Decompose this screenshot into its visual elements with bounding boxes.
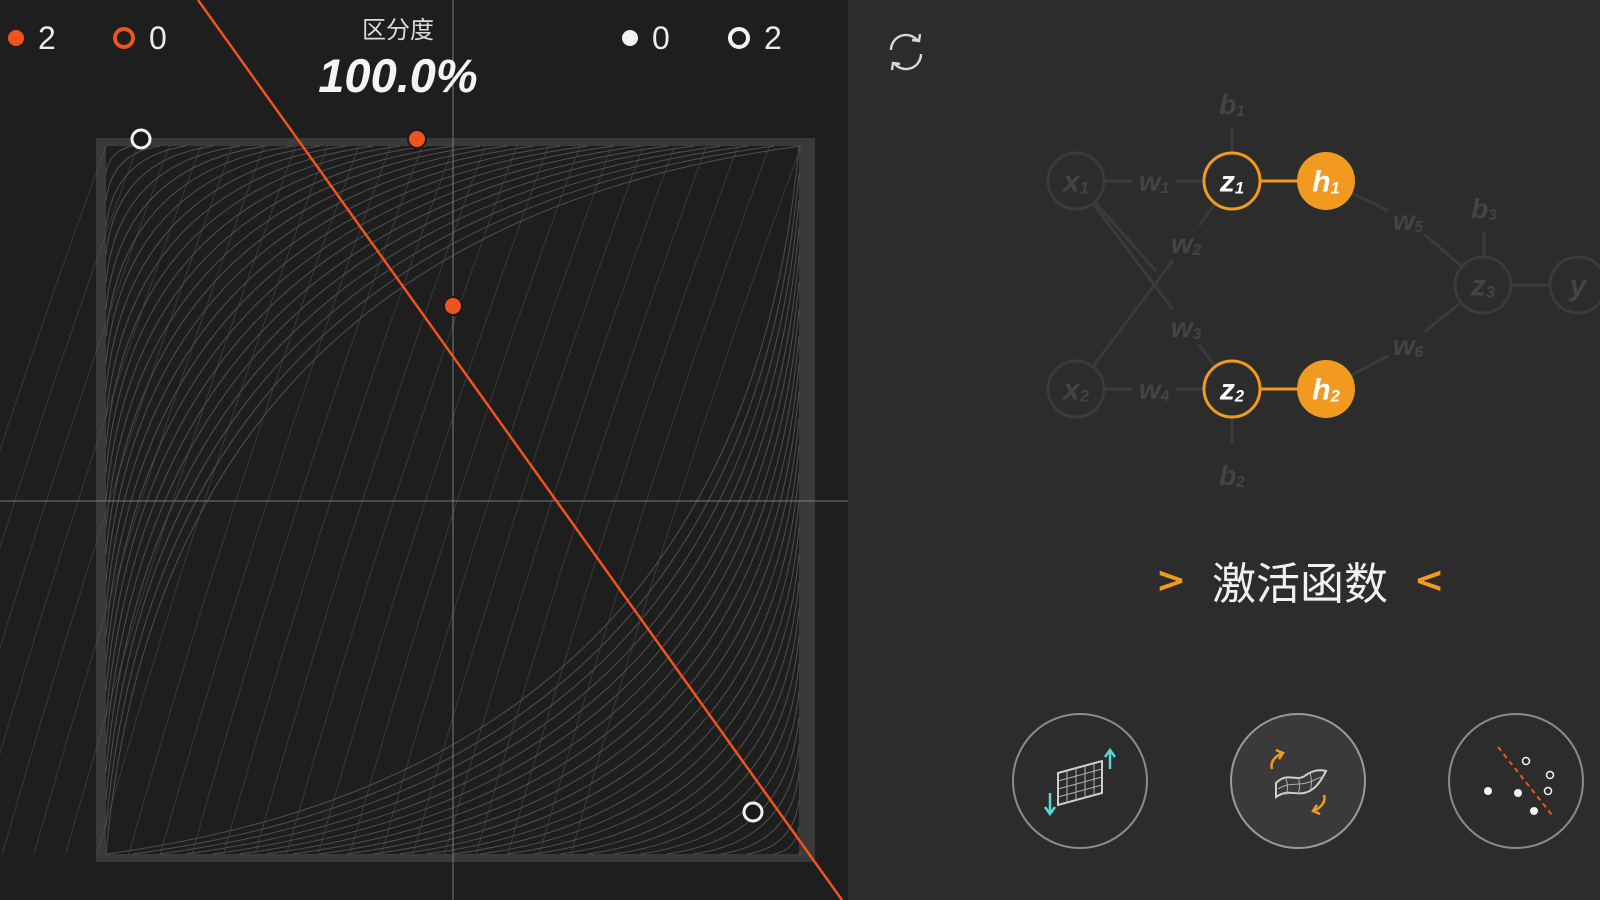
weight-w-2[interactable]: w2 — [1164, 221, 1208, 265]
weight-w-3[interactable]: w3 — [1164, 305, 1208, 349]
orange-hollow-dot-icon — [113, 27, 135, 49]
node-h-1[interactable]: h1 — [1297, 152, 1355, 210]
white-hollow-data-point[interactable] — [130, 128, 152, 150]
legend-white-hollow: 2 — [728, 18, 782, 58]
weight-w-6[interactable]: w6 — [1386, 323, 1430, 367]
network-diagram: x1 x2 z3 y w1 w2 w3 w4 w5 w6 b1 b2 b3 z1 z2 h1 h2 — [1046, 89, 1600, 491]
node-x-2[interactable]: x2 — [1046, 359, 1106, 419]
orange-filled-dot-icon — [8, 30, 24, 46]
plot-panel: 2 0 0 2 区分度 100.0% — [0, 0, 848, 900]
node-h-2[interactable]: h2 — [1297, 360, 1355, 418]
weight-w-1[interactable]: w1 — [1132, 159, 1176, 203]
bias-b-1: b1 — [1219, 89, 1245, 120]
legend-orange-hollow: 0 — [113, 18, 167, 58]
activation-warp-button[interactable] — [1230, 713, 1366, 849]
white-filled-dot-icon — [622, 30, 638, 46]
section-title-row: > 激活函数 < — [1150, 545, 1450, 615]
activation-warp-icon — [1270, 748, 1328, 816]
node-y[interactable]: y — [1548, 255, 1600, 315]
white-filled-count: 0 — [652, 19, 670, 56]
node-y-label: y — [1568, 270, 1588, 303]
classification-button[interactable] — [1448, 713, 1584, 849]
legend-white-filled: 0 — [622, 18, 670, 58]
bias-b-3: b3 — [1471, 193, 1497, 224]
white-hollow-dot-icon — [728, 27, 750, 49]
node-x-1[interactable]: x1 — [1046, 151, 1106, 211]
accuracy-label: 区分度 — [362, 16, 434, 44]
grid-line-c — [0, 145, 107, 452]
next-section-arrow[interactable]: < — [1414, 560, 1444, 601]
orange-data-point[interactable] — [443, 296, 463, 316]
white-hollow-count: 2 — [764, 19, 782, 56]
classification-icon — [1484, 746, 1555, 816]
node-z-2[interactable]: z2 — [1202, 359, 1262, 419]
accuracy-value: 100.0% — [318, 49, 478, 102]
node-z-3[interactable]: z3 — [1453, 255, 1513, 315]
orange-hollow-count: 0 — [149, 19, 167, 56]
white-hollow-data-point[interactable] — [742, 801, 764, 823]
weight-w-5[interactable]: w5 — [1386, 198, 1430, 242]
weight-w-4[interactable]: w4 — [1132, 367, 1176, 411]
bias-b-2: b2 — [1219, 460, 1245, 491]
orange-data-point[interactable] — [407, 129, 427, 149]
node-z-1[interactable]: z1 — [1202, 151, 1262, 211]
legend-orange-filled: 2 — [8, 18, 56, 58]
linear-transform-button[interactable] — [1012, 713, 1148, 849]
orange-filled-count: 2 — [38, 19, 56, 56]
section-title: 激活函数 — [1212, 559, 1388, 610]
warped-grid-plot[interactable] — [0, 0, 848, 900]
linear-transform-icon — [1043, 747, 1117, 817]
prev-section-arrow[interactable]: > — [1156, 560, 1186, 601]
